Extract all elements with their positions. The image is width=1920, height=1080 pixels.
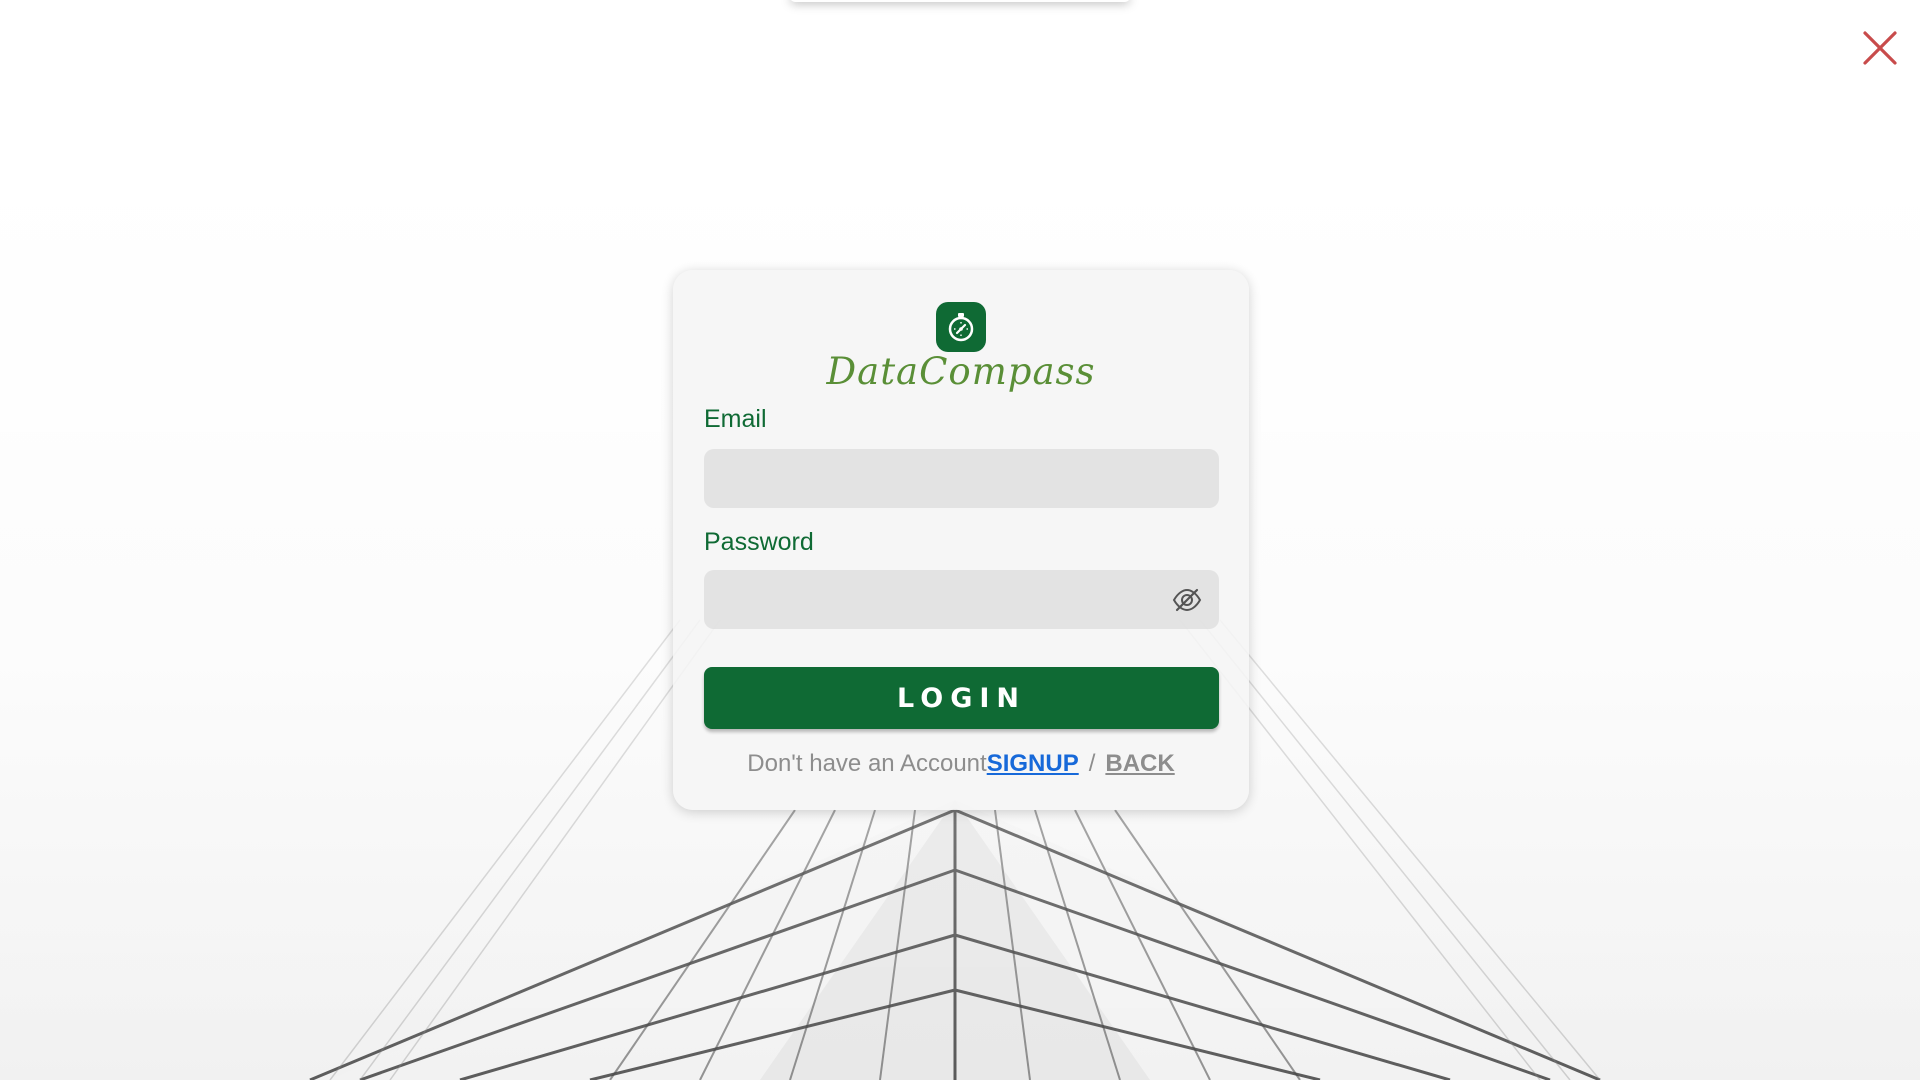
login-card: DataCompass Email Password LOGIN Don't h… (673, 270, 1249, 810)
compass-icon (948, 313, 974, 342)
close-button[interactable] (1860, 28, 1900, 68)
link-separator: / (1088, 750, 1096, 777)
account-prompt: Don't have an Account (747, 750, 987, 777)
top-banner-shadow (790, 0, 1130, 2)
close-icon (1863, 31, 1897, 65)
eye-slash-icon[interactable] (1172, 586, 1202, 614)
email-label: Email (704, 405, 767, 433)
brand-name: DataCompass (826, 350, 1096, 393)
back-link[interactable]: BACK (1105, 750, 1174, 777)
password-label: Password (704, 528, 814, 556)
app-logo (936, 302, 986, 352)
password-field[interactable] (704, 570, 1219, 629)
email-field-container (704, 449, 1219, 508)
login-button[interactable]: LOGIN (704, 667, 1219, 729)
password-field-container (704, 570, 1219, 629)
signup-link[interactable]: SIGNUP (987, 750, 1079, 777)
email-field[interactable] (704, 449, 1219, 508)
signup-back-links: Don't have an AccountSIGNUP / BACK (673, 750, 1249, 778)
